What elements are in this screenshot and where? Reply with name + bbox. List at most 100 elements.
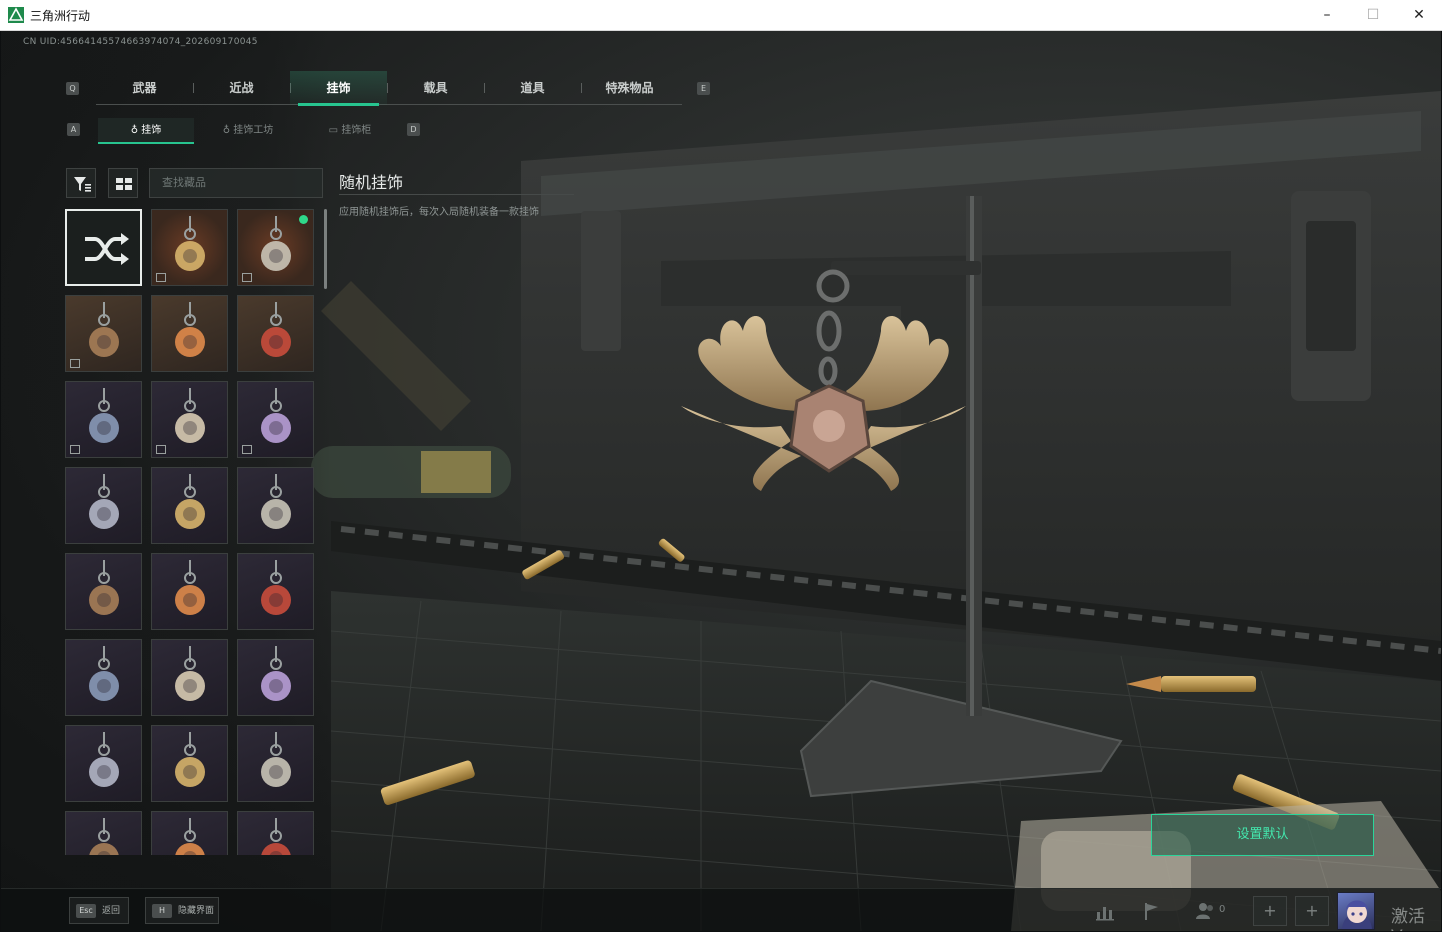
canister-charm-icon — [175, 302, 205, 357]
flag-icon[interactable] — [1141, 900, 1163, 922]
tab-vehicles[interactable]: 载具 — [387, 71, 484, 105]
close-button[interactable]: ✕ — [1396, 0, 1442, 31]
subtab-charm-workshop[interactable]: ♁ 挂饰工坊 — [200, 118, 296, 144]
boot-charm-icon — [175, 474, 205, 529]
charm-grid-item[interactable] — [65, 295, 142, 372]
set-default-button[interactable]: 设置默认 — [1151, 814, 1374, 856]
charm-grid-item[interactable] — [237, 209, 314, 286]
window-titlebar: 三角洲行动 – ☐ ✕ — [0, 0, 1442, 31]
image-badge-icon — [70, 445, 80, 454]
charm-grid-item[interactable] — [237, 467, 314, 544]
charm-grid-item[interactable] — [65, 209, 142, 286]
flower-charm-icon — [175, 732, 205, 787]
butterfly-charm-icon — [175, 818, 205, 855]
esc-key-hint: Esc — [76, 904, 96, 918]
shuffle-icon — [85, 233, 129, 265]
dumbbell-charm-icon — [175, 560, 205, 615]
player-avatar[interactable] — [1337, 892, 1375, 930]
prev-tab-key-hint: Q — [66, 82, 79, 95]
paper-charm-icon — [261, 474, 291, 529]
cabinet-icon: ▭ — [328, 125, 342, 136]
charm-grid-item[interactable] — [65, 725, 142, 802]
charm-grid-item[interactable] — [151, 639, 228, 716]
image-badge-icon — [70, 359, 80, 368]
charm-grid-item[interactable] — [151, 725, 228, 802]
tab-weapons[interactable]: 武器 — [96, 71, 193, 105]
grid-view-button[interactable] — [108, 168, 138, 198]
grid-view-icon — [116, 178, 132, 190]
charm-grid-item[interactable] — [65, 381, 142, 458]
maximize-button[interactable]: ☐ — [1350, 0, 1396, 31]
filter-icon — [74, 177, 91, 192]
charm-grid-item[interactable] — [237, 725, 314, 802]
grid-scrollbar[interactable] — [324, 209, 327, 289]
bottom-bar: Esc 返回 H 隐藏界面 0 + + 激活 V — [1, 888, 1441, 931]
h-key-hint: H — [152, 904, 172, 918]
charm-grid-item[interactable] — [65, 467, 142, 544]
avatar-image — [1342, 900, 1372, 929]
tab-melee[interactable]: 近战 — [193, 71, 290, 105]
charm-grid-item[interactable] — [65, 811, 142, 855]
subtab-workshop-label: 挂饰工坊 — [233, 125, 274, 136]
next-tab-key-hint: E — [697, 82, 710, 95]
detail-title: 随机挂饰 — [339, 173, 404, 192]
charm-grid-item[interactable] — [65, 553, 142, 630]
charm-grid-item[interactable] — [151, 209, 228, 286]
teapot-charm-icon — [89, 818, 119, 855]
charm-grid-item[interactable] — [151, 295, 228, 372]
charm-grid-item[interactable] — [237, 381, 314, 458]
subtab-cabinet-label: 挂饰柜 — [341, 125, 372, 136]
tab-special-items[interactable]: 特殊物品 — [581, 71, 678, 105]
charm-icon: ♁ — [222, 125, 234, 136]
friend-count: 0 — [1219, 904, 1226, 915]
image-badge-icon — [242, 445, 252, 454]
subtab-charms-label: 挂饰 — [141, 125, 162, 136]
charm-grid-item[interactable] — [237, 295, 314, 372]
charm-icon: ♁ — [130, 125, 142, 136]
frame-charm-icon — [261, 560, 291, 615]
user-uid: CN UID:456641455746639740​74_20260917004… — [23, 37, 258, 47]
charm-grid-item[interactable] — [151, 553, 228, 630]
back-label: 返回 — [102, 906, 121, 916]
new-item-dot — [299, 215, 308, 224]
invite-slot-button[interactable]: + — [1295, 896, 1329, 926]
hide-ui-label: 隐藏界面 — [178, 906, 215, 916]
invite-slot-button[interactable]: + — [1253, 896, 1287, 926]
minimize-button[interactable]: – — [1304, 0, 1350, 31]
friends-icon[interactable] — [1195, 900, 1217, 922]
prev-subtab-key-hint: A — [67, 123, 80, 136]
red-bird-charm-icon — [175, 646, 205, 701]
charm-grid-item[interactable] — [151, 811, 228, 855]
figure-charm-icon — [261, 646, 291, 701]
tab-items[interactable]: 道具 — [484, 71, 581, 105]
delta-force-app-icon — [8, 7, 24, 23]
crescent-charm-icon — [261, 818, 291, 855]
charm-grid-item[interactable] — [151, 467, 228, 544]
charm-grid-item[interactable] — [65, 639, 142, 716]
main-category-tabs: 武器 近战 挂饰 载具 道具 特殊物品 — [96, 71, 682, 106]
detail-divider — [339, 194, 574, 195]
charm-grid-item[interactable] — [151, 381, 228, 458]
charm-grid-item[interactable] — [237, 553, 314, 630]
stats-icon[interactable] — [1094, 900, 1116, 922]
detail-description: 应用随机挂饰后，每次入局随机装备一款挂饰 — [339, 207, 539, 218]
subtab-charms[interactable]: ♁ 挂饰 — [98, 118, 194, 144]
subtab-charm-cabinet[interactable]: ▭ 挂饰柜 — [302, 118, 398, 144]
red-orb-charm-icon — [261, 732, 291, 787]
charm-grid-item[interactable] — [237, 639, 314, 716]
image-badge-icon — [156, 445, 166, 454]
shoe-charm-icon — [89, 560, 119, 615]
search-input[interactable]: 查找藏品 — [149, 168, 323, 198]
next-subtab-key-hint: D — [407, 123, 420, 136]
window-title: 三角洲行动 — [30, 9, 91, 23]
game-viewport: CN UID:456641455746639740​74_20260917004… — [1, 31, 1441, 931]
charm-grid-item[interactable] — [237, 811, 314, 855]
activate-windows-watermark: 激活 V — [1391, 907, 1425, 931]
back-hint-button[interactable]: Esc 返回 — [69, 897, 129, 924]
filter-button[interactable] — [66, 168, 96, 198]
plate-charm-icon — [89, 732, 119, 787]
number-2-charm-icon — [89, 474, 119, 529]
hide-ui-hint-button[interactable]: H 隐藏界面 — [145, 897, 219, 924]
image-badge-icon — [156, 273, 166, 282]
tab-charms[interactable]: 挂饰 — [290, 71, 387, 106]
